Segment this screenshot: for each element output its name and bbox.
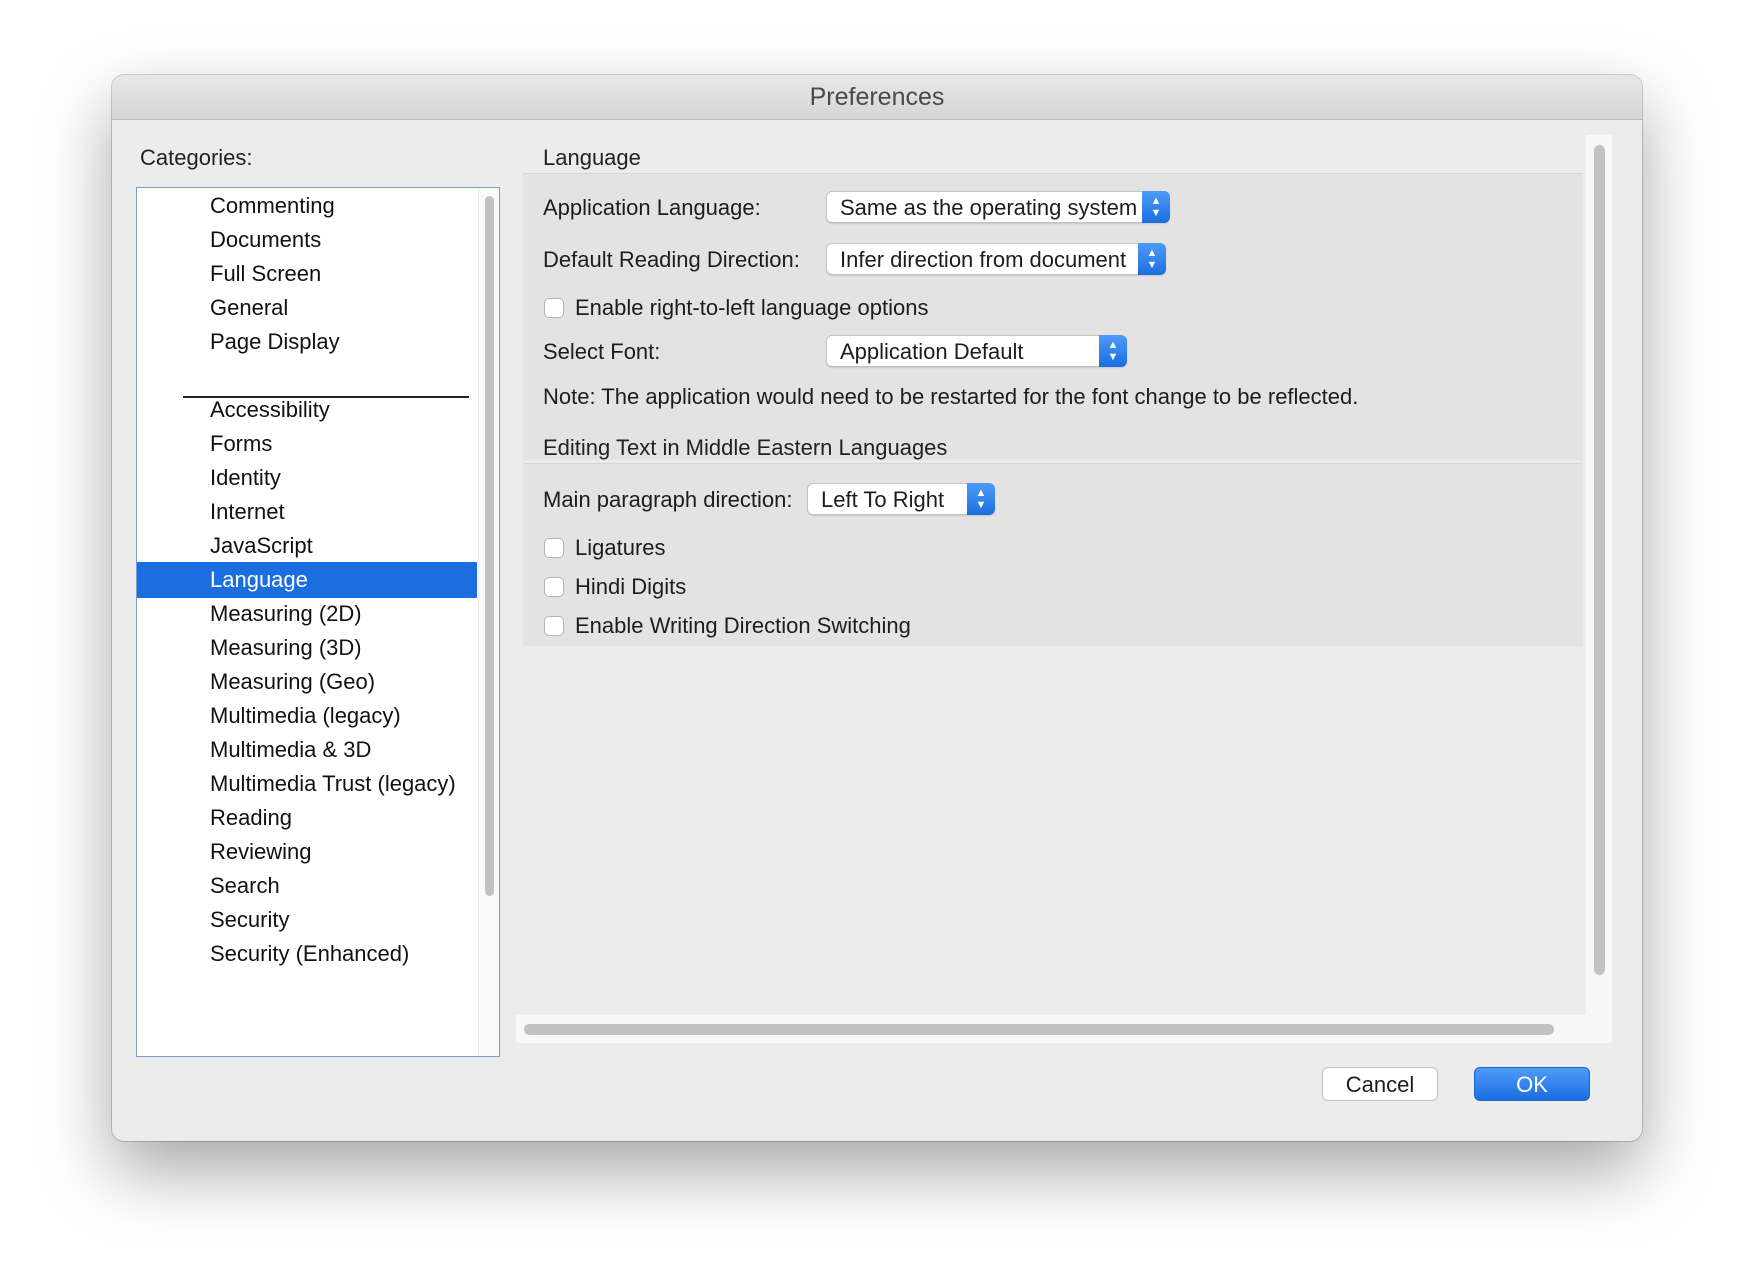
font-note: Note: The application would need to be r…: [543, 384, 1359, 409]
categories-list[interactable]: Commenting Documents Full Screen General Pag…: [136, 187, 500, 1057]
hindi-digits-label: Hindi Digits: [575, 574, 687, 599]
category-item-javascript[interactable]: JavaScript: [137, 528, 477, 564]
middle-east-group-box: Main paragraph direction: Left To Right …: [523, 463, 1583, 646]
panel-horizontal-scrollbar[interactable]: [516, 1015, 1612, 1043]
category-item-general[interactable]: General: [137, 290, 477, 326]
select-font-label: Select Font:: [543, 339, 661, 364]
panel-horizontal-scroll-thumb[interactable]: [524, 1024, 1554, 1035]
popup-chevron-icon: ▲ ▼: [1099, 335, 1127, 367]
category-item-measuring-2d[interactable]: Measuring (2D): [137, 596, 477, 632]
ligatures-checkbox[interactable]: [544, 538, 564, 558]
select-font-value: Application Default: [840, 339, 1024, 364]
paragraph-direction-popup[interactable]: Left To Right ▲ ▼: [807, 483, 995, 515]
category-item-security-enhanced[interactable]: Security (Enhanced): [137, 936, 477, 972]
category-item-search[interactable]: Search: [137, 868, 477, 904]
cancel-button[interactable]: Cancel: [1322, 1067, 1438, 1101]
category-item-measuring-geo[interactable]: Measuring (Geo): [137, 664, 477, 700]
popup-chevron-icon: ▲ ▼: [1142, 191, 1170, 223]
panel-vertical-scrollbar[interactable]: [1586, 135, 1612, 1015]
category-item-reviewing[interactable]: Reviewing: [137, 834, 477, 870]
app-language-label: Application Language:: [543, 195, 761, 220]
language-section-title: Language: [543, 145, 641, 170]
paragraph-direction-label: Main paragraph direction:: [543, 487, 793, 512]
category-item-forms[interactable]: Forms: [137, 426, 477, 462]
preferences-window: Preferences Categories: Commenting Docume…: [112, 75, 1642, 1141]
paragraph-direction-value: Left To Right: [821, 487, 945, 512]
category-item-internet[interactable]: Internet: [137, 494, 477, 530]
settings-panel: Language Application Language: Same as t…: [516, 135, 1612, 1043]
language-group-box: Application Language: Same as the operat…: [523, 173, 1583, 460]
categories-scrollbar[interactable]: [478, 188, 499, 1056]
popup-chevron-icon: ▲ ▼: [1138, 243, 1166, 275]
middle-east-section-title: Editing Text in Middle Eastern Languages: [543, 435, 948, 460]
writing-direction-checkbox[interactable]: [544, 616, 564, 636]
reading-direction-popup[interactable]: Infer direction from document ▲ ▼: [826, 243, 1166, 275]
category-item-security[interactable]: Security: [137, 902, 477, 938]
app-language-value: Same as the operating system: [840, 195, 1138, 220]
ligatures-label: Ligatures: [575, 535, 666, 560]
hindi-digits-checkbox[interactable]: [544, 577, 564, 597]
popup-chevron-icon: ▲ ▼: [967, 483, 995, 515]
category-item-commenting[interactable]: Commenting: [137, 188, 477, 224]
settings-content: Language Application Language: Same as t…: [516, 135, 1584, 1015]
category-item-page-display[interactable]: Page Display: [137, 324, 477, 360]
category-item-documents[interactable]: Documents: [137, 222, 477, 258]
select-font-popup[interactable]: Application Default ▲ ▼: [826, 335, 1127, 367]
rtl-label: Enable right-to-left language options: [575, 295, 929, 320]
category-item-measuring-3d[interactable]: Measuring (3D): [137, 630, 477, 666]
category-item-full-screen[interactable]: Full Screen: [137, 256, 477, 292]
categories-label: Categories:: [140, 145, 253, 170]
panel-vertical-scroll-thumb[interactable]: [1594, 145, 1605, 975]
ok-button[interactable]: OK: [1474, 1067, 1590, 1101]
category-item-multimedia-legacy[interactable]: Multimedia (legacy): [137, 698, 477, 734]
title-bar: Preferences: [112, 75, 1642, 120]
category-item-identity[interactable]: Identity: [137, 460, 477, 496]
writing-direction-label: Enable Writing Direction Switching: [575, 613, 911, 638]
categories-divider: [183, 396, 469, 398]
category-item-multimedia-3d[interactable]: Multimedia & 3D: [137, 732, 477, 768]
category-item-multimedia-trust-legacy[interactable]: Multimedia Trust (legacy): [137, 766, 477, 802]
window-title: Preferences: [809, 83, 945, 111]
rtl-checkbox[interactable]: [544, 298, 564, 318]
app-language-popup[interactable]: Same as the operating system ▲ ▼: [826, 191, 1170, 223]
reading-direction-value: Infer direction from document: [840, 247, 1127, 272]
category-item-language[interactable]: Language: [137, 562, 477, 598]
category-item-reading[interactable]: Reading: [137, 800, 477, 836]
categories-scroll-thumb[interactable]: [485, 196, 494, 896]
reading-direction-label: Default Reading Direction:: [543, 247, 800, 272]
